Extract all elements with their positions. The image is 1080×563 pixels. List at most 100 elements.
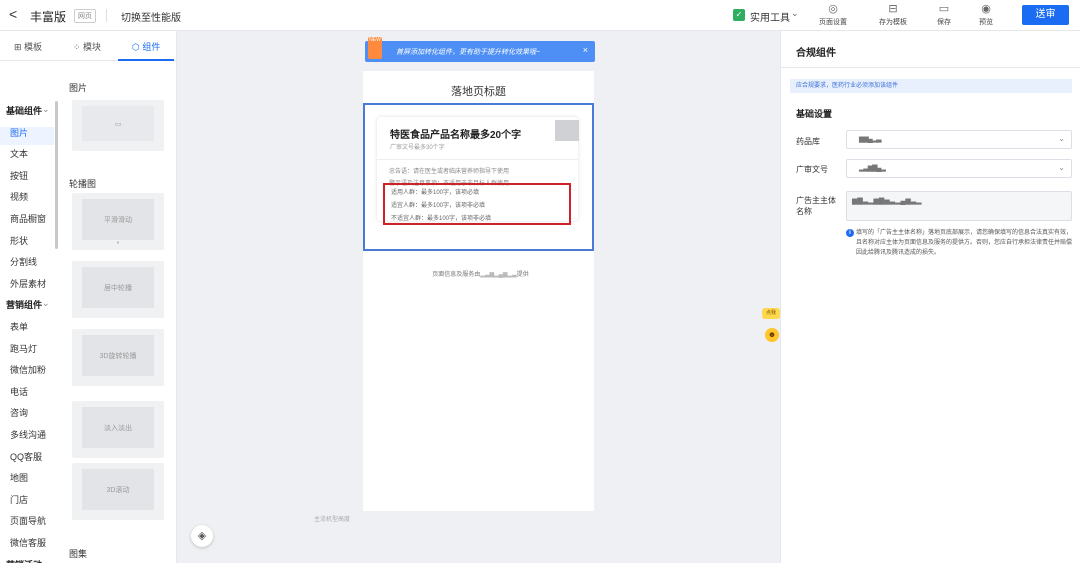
compliance-notice: 应合规要求，医药行业必须添加该组件 [790,79,1072,93]
drug-library-select[interactable]: ▆▆▄▂▃ ⌄ [846,130,1072,149]
nav-item[interactable]: 外层素材 [10,277,46,290]
nav-item[interactable]: QQ客服 [10,450,42,463]
section-carousel: 轮播图 [69,179,97,189]
tools-menu[interactable]: 实用工具 [750,9,790,24]
nav-item[interactable]: 微信客服 [10,536,46,549]
population-line: 适宜人群：最多100字，该项非必填 [391,203,486,209]
warning-note: 忠告语：请在医生或者临床营养师指导下使用 [389,169,510,175]
nav-item[interactable]: 门店 [10,493,28,506]
panel-title: 合规组件 [796,48,836,59]
nav-item[interactable]: 表单 [10,320,28,333]
nav-item[interactable]: 地图 [10,471,28,484]
divider [377,159,578,160]
preview-button[interactable]: ◉ 预览 [966,3,1006,27]
page-footer: 页面信息及服务由▂▃▆▂▄▆▂▃提供 [365,269,596,278]
tab-templates[interactable]: ⊞ 模板 [14,40,42,53]
nav-item[interactable]: 微信加粉 [10,363,46,376]
chevron-down-icon: ⌄ [1058,134,1065,143]
nav-scrollbar[interactable] [55,101,58,249]
nav-group-label[interactable]: 基础组件 [6,104,42,117]
chevron-down-icon[interactable]: ⌄ [42,558,50,563]
page-settings-icon: ◎ [828,3,838,15]
image-component-card[interactable]: ▭ [72,100,164,151]
banner-text: 首屏添加转化组件，更有助于提升转化效果哦~ [396,49,541,56]
nav-item[interactable]: 分割线 [10,255,37,268]
landing-page-preview[interactable]: 落地页标题 特医食品产品名称最多20个字 广审文号最多30个字 忠告语：请在医生… [363,71,594,511]
info-icon: i [846,229,854,237]
nav-group-label[interactable]: 营销活动 [6,558,42,563]
advertiser-name-value: ▆▇▃▂▆▇▅▃▂▄▆▃▂ [852,198,922,205]
assistant-icon[interactable]: ☻ [765,328,779,342]
new-badge: NEW [368,37,382,59]
nav-item[interactable]: 多线沟通 [10,428,46,441]
carousel-card-3d-scroll[interactable]: 3D滚动 [72,463,164,520]
drug-library-label: 药品库 [796,137,820,146]
layers-icon[interactable]: ◈ [191,525,213,547]
tab-modules[interactable]: ⁘ 模块 [73,40,101,53]
template-icon: ⊟ [888,3,898,15]
nav-item[interactable]: 跑马灯 [10,342,37,355]
nav-item[interactable]: 商品橱窗 [10,212,46,225]
blurred-advertiser-name: ▂▃▆▂▄▆▂▃ [480,272,517,278]
left-tabs: ⊞ 模板 ⁘ 模块 ⬡ 组件 [0,31,177,61]
chevron-down-icon[interactable]: ⌄ [42,104,50,115]
nav-group-label[interactable]: 营销组件 [6,298,42,311]
help-bubble[interactable]: 点我 [762,308,780,319]
nav-item[interactable]: 文本 [10,147,28,160]
approval-number-select[interactable]: ▂▃▆▇▄▂ ⌄ [846,159,1072,178]
chevron-down-icon[interactable]: ⌄ [42,298,50,309]
nav-item[interactable]: 图片 [10,126,28,139]
nav-item[interactable]: 按钮 [10,169,28,182]
page-title[interactable]: 落地页标题 [363,83,594,99]
approval-number-label: 广审文号 [796,165,828,174]
preview-label: 预览 [979,19,993,26]
carousel-card-label: 3D旋转轮播 [82,335,154,376]
population-line: 不适宜人群：最多100字，该项非必填 [391,216,492,222]
carousel-card-label: 淡入淡出 [82,407,154,448]
carousel-card-label: 3D滚动 [82,469,154,510]
switch-edition-link[interactable]: 切换至性能版 [121,9,181,24]
nav-item[interactable]: 形状 [10,234,28,247]
nav-item[interactable]: 视频 [10,190,28,203]
advertiser-name-label: 广告主主体名称 [796,196,836,216]
chevron-down-icon[interactable]: ⌄ [791,8,799,19]
advertiser-name-field[interactable]: ▆▇▃▂▆▇▅▃▂▄▆▃▂ [846,191,1072,221]
mainstream-height-label: 主流机型高度 [314,517,351,523]
carousel-card-label: 平滑滑动 [82,199,154,240]
product-name: 特医食品产品名称最多20个字 [390,130,522,141]
back-icon[interactable]: < [9,6,17,22]
nav-item[interactable]: 页面导航 [10,514,46,527]
submit-review-button[interactable]: 送审 [1022,5,1069,25]
drug-library-value: ▆▆▄▂▃ [859,136,881,143]
page-type-tag: 网页 [74,9,96,23]
carousel-card-center[interactable]: 居中轮播 [72,261,164,318]
tab-components[interactable]: ⬡ 组件 [132,40,160,53]
carousel-card-3d-rotate[interactable]: 3D旋转轮播 [72,329,164,386]
divider [781,67,1080,68]
left-panel: ⊞ 模板 ⁘ 模块 ⬡ 组件 基础组件 ⌄ 图片 文本 按钮 视频 商品橱窗 形状 分割线 外层素… [0,31,177,563]
page-settings-button[interactable]: ◎ 页面设置 [813,3,853,27]
product-image [555,120,579,141]
component-nav: 基础组件 ⌄ 图片 文本 按钮 视频 商品橱窗 形状 分割线 外层素材 营销组件 ⌄ 表单 跑马灯 微信加粉… [0,61,58,563]
carousel-card-smooth[interactable]: 平滑滑动 • [72,193,164,250]
active-tab-indicator [118,59,174,61]
edition-title: 丰富版 [30,10,67,24]
save-template-button[interactable]: ⊟ 存为模板 [873,3,913,27]
carousel-card-fade[interactable]: 淡入淡出 [72,401,164,458]
chevron-down-icon: ⌄ [1058,163,1065,172]
tools-icon[interactable]: ✓ [733,9,745,21]
product-approval-number: 广审文号最多30个字 [390,145,445,151]
close-icon[interactable]: × [583,45,588,55]
section-gallery: 图集 [69,549,88,559]
carousel-dot: • [116,240,120,247]
page-settings-label: 页面设置 [819,19,847,26]
save-button[interactable]: ▭ 保存 [924,3,964,27]
nav-item[interactable]: 电话 [10,385,28,398]
divider [106,9,107,22]
nav-item[interactable]: 咨询 [10,406,28,419]
preview-icon: ◉ [981,3,991,15]
top-bar: < 丰富版 网页 切换至性能版 ✓ 实用工具 ⌄ ◎ 页面设置 ⊟ 存为模板 ▭… [0,0,1080,31]
selected-compliance-component[interactable]: 特医食品产品名称最多20个字 广审文号最多30个字 忠告语：请在医生或者临床营养… [363,103,594,278]
advertiser-info-text: 填写的「广告主主体名称」落地页底部展示，请您确保填写的信息合法真实有效，且名称对… [856,230,1073,256]
approval-number-value: ▂▃▆▇▄▂ [859,165,886,172]
